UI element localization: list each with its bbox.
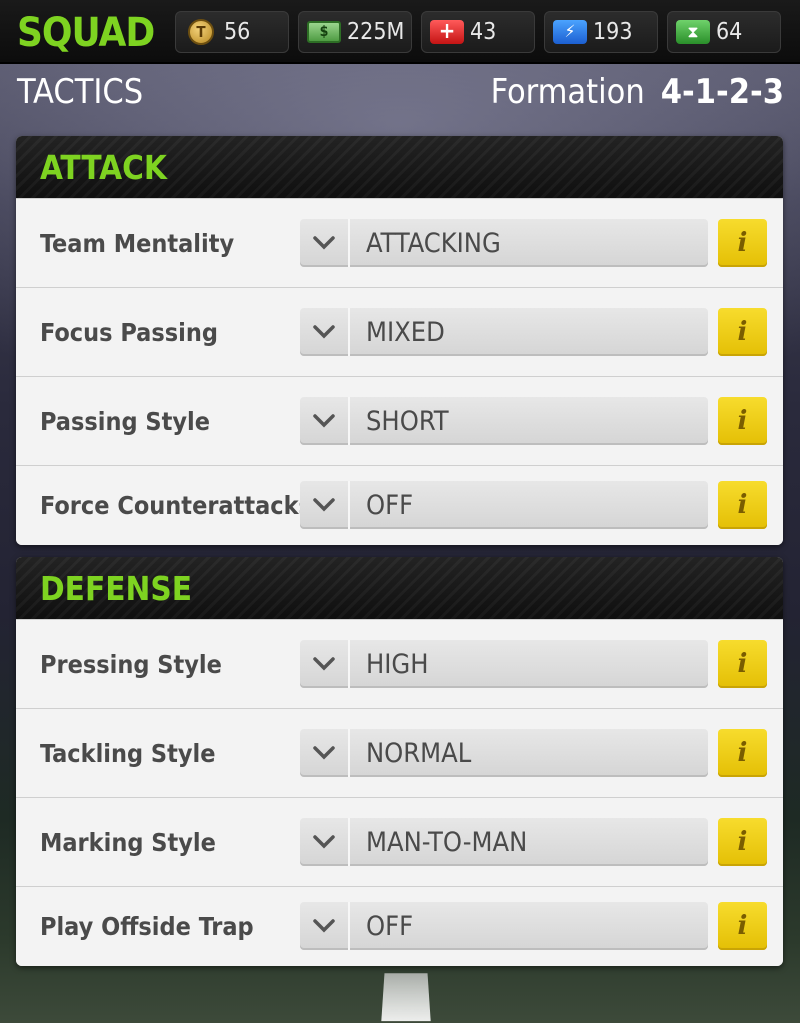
- defense-panel: DEFENSE Pressing Style HIGH i Tackling S…: [16, 557, 783, 966]
- dropdown-value: OFF: [366, 910, 414, 942]
- formation-label: Formation: [490, 72, 645, 112]
- resource-time[interactable]: ⧗ 64: [667, 11, 781, 53]
- tactic-row-team-mentality: Team Mentality ATTACKING i: [16, 198, 783, 287]
- row-label: Marking Style: [40, 827, 216, 857]
- chevron-down-icon: [300, 397, 350, 445]
- resource-cash[interactable]: $ 225M: [298, 11, 412, 53]
- page-title: TACTICS: [17, 72, 144, 112]
- row-label: Force Counterattacks: [40, 491, 312, 520]
- dropdown-value: MIXED: [366, 316, 445, 348]
- tactic-row-passing-style: Passing Style SHORT i: [16, 376, 783, 465]
- tokens-value: 56: [224, 19, 251, 45]
- pressing-style-dropdown[interactable]: HIGH: [300, 640, 708, 688]
- play-offside-trap-dropdown[interactable]: OFF: [300, 902, 708, 950]
- tactic-row-play-offside-trap: Play Offside Trap OFF i: [16, 886, 783, 966]
- tactic-row-pressing-style: Pressing Style HIGH i: [16, 619, 783, 708]
- row-label: Play Offside Trap: [40, 912, 254, 941]
- attack-title: ATTACK: [40, 147, 167, 187]
- attack-header: ATTACK: [16, 136, 783, 198]
- formation-display[interactable]: Formation 4-1-2-3: [491, 72, 784, 112]
- row-label: Passing Style: [40, 406, 210, 436]
- formation-value: 4-1-2-3: [660, 72, 784, 112]
- chevron-down-icon: [300, 640, 350, 688]
- info-button[interactable]: i: [718, 729, 767, 777]
- energy-icon: ⚡: [553, 20, 587, 44]
- dropdown-value: SHORT: [366, 405, 449, 437]
- info-button[interactable]: i: [718, 481, 767, 529]
- dropdown-value: MAN-TO-MAN: [366, 826, 528, 858]
- squad-title[interactable]: SQUAD: [17, 10, 155, 56]
- top-bar: SQUAD T 56 $ 225M + 43 ⚡ 193 ⧗ 64: [0, 0, 800, 64]
- cash-icon: $: [307, 21, 341, 43]
- dropdown-value: ATTACKING: [366, 227, 501, 259]
- tackling-style-dropdown[interactable]: NORMAL: [300, 729, 708, 777]
- time-value: 64: [716, 19, 743, 45]
- pitch-line: [381, 973, 431, 1022]
- dropdown-value: OFF: [366, 489, 414, 521]
- tactic-row-force-counterattacks: Force Counterattacks OFF i: [16, 465, 783, 545]
- chevron-down-icon: [300, 818, 350, 866]
- chevron-down-icon: [300, 308, 350, 356]
- info-button[interactable]: i: [718, 308, 767, 356]
- medical-icon: +: [430, 20, 464, 44]
- attack-panel: ATTACK Team Mentality ATTACKING i Focus …: [16, 136, 783, 545]
- tactic-row-marking-style: Marking Style MAN-TO-MAN i: [16, 797, 783, 886]
- chevron-down-icon: [300, 729, 350, 777]
- token-coin-icon: T: [188, 19, 214, 45]
- defense-header: DEFENSE: [16, 557, 783, 619]
- row-label: Tackling Style: [40, 738, 216, 768]
- marking-style-dropdown[interactable]: MAN-TO-MAN: [300, 818, 708, 866]
- resource-tokens[interactable]: T 56: [175, 11, 289, 53]
- info-button[interactable]: i: [718, 397, 767, 445]
- dropdown-value: NORMAL: [366, 737, 472, 769]
- row-label: Team Mentality: [40, 228, 235, 258]
- info-button[interactable]: i: [718, 902, 767, 950]
- resource-medical[interactable]: + 43: [421, 11, 535, 53]
- chevron-down-icon: [300, 219, 350, 267]
- force-counterattacks-dropdown[interactable]: OFF: [300, 481, 708, 529]
- chevron-down-icon: [300, 902, 350, 950]
- tactic-row-tackling-style: Tackling Style NORMAL i: [16, 708, 783, 797]
- resource-energy[interactable]: ⚡ 193: [544, 11, 658, 53]
- dropdown-value: HIGH: [366, 648, 429, 680]
- info-button[interactable]: i: [718, 640, 767, 688]
- focus-passing-dropdown[interactable]: MIXED: [300, 308, 708, 356]
- energy-value: 193: [593, 19, 633, 45]
- info-button[interactable]: i: [718, 219, 767, 267]
- defense-title: DEFENSE: [40, 568, 193, 608]
- chevron-down-icon: [300, 481, 350, 529]
- cash-value: 225M: [347, 19, 405, 45]
- row-label: Pressing Style: [40, 649, 222, 679]
- hourglass-icon: ⧗: [676, 20, 710, 44]
- info-button[interactable]: i: [718, 818, 767, 866]
- tactic-row-focus-passing: Focus Passing MIXED i: [16, 287, 783, 376]
- row-label: Focus Passing: [40, 317, 218, 347]
- passing-style-dropdown[interactable]: SHORT: [300, 397, 708, 445]
- medical-value: 43: [470, 19, 497, 45]
- team-mentality-dropdown[interactable]: ATTACKING: [300, 219, 708, 267]
